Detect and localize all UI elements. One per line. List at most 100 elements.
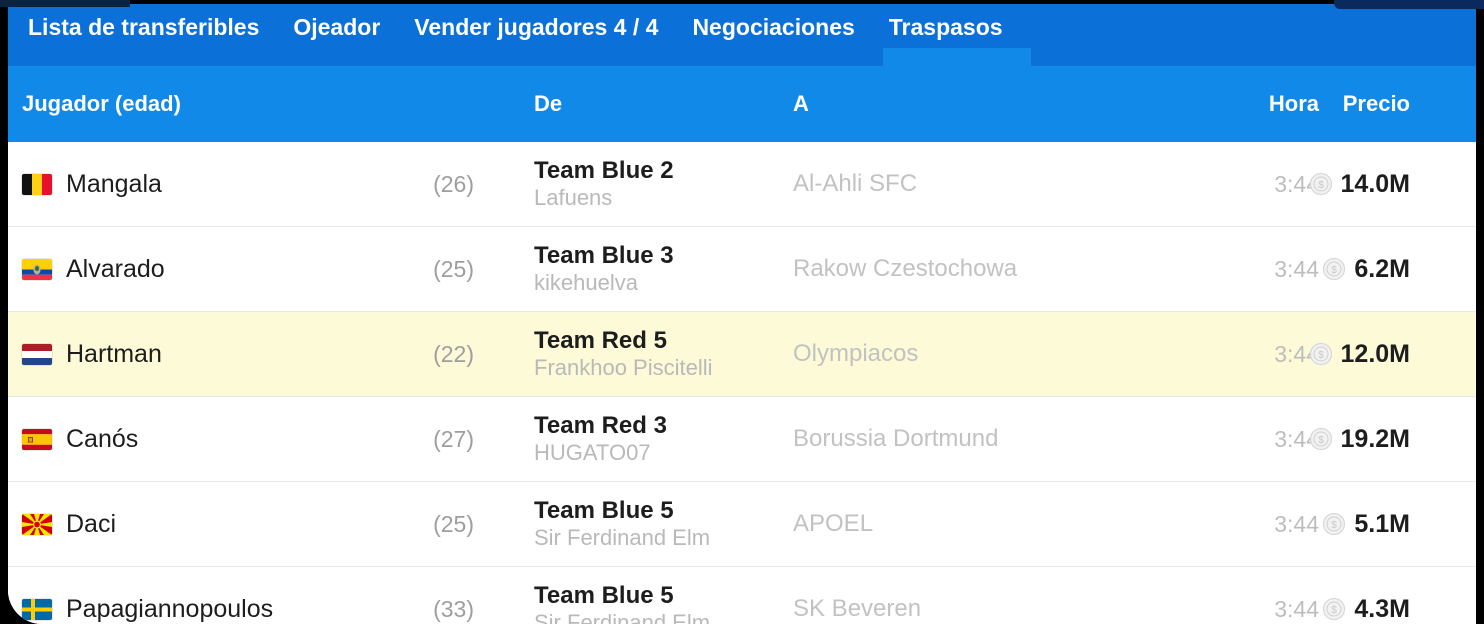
header-price: Precio [1342,91,1410,116]
from-manager-name: kikehuelva [534,270,638,296]
transfer-row[interactable]: Canós (27) Team Red 3 HUGATO07 Borussia Dort… [8,397,1476,482]
to-club-name: SK Beveren [793,595,922,622]
device-right-bezel [1476,0,1484,624]
to-cell: Olympiacos [779,340,1179,368]
to-club-name: Rakow Czestochowa [793,255,1018,282]
player-cell: Daci [8,510,398,539]
from-team-name: Team Red 3 [534,411,667,439]
player-name: Hartman [66,339,162,368]
transfer-row[interactable]: Mangala (26) Team Blue 2 Lafuens Al-Ahli SFC… [8,142,1476,227]
player-cell: Papagiannopoulos [8,595,398,624]
header-time: Hora [1268,91,1319,116]
to-club-name: Olympiacos [793,340,919,367]
north-macedonia-flag [22,513,52,535]
player-cell: Alvarado [8,255,398,284]
to-cell: SK Beveren [779,595,1179,623]
from-team-name: Team Red 5 [534,326,667,354]
player-age-cell: (26) [398,171,474,198]
table-header-row: Jugador (edad) De A Hora Precio [8,66,1476,142]
from-cell: Team Red 3 HUGATO07 [474,412,779,466]
spain-flag [22,428,52,450]
header-to: A [793,91,809,116]
sweden-flag [22,598,52,620]
to-cell: APOEL [779,510,1179,538]
player-age-cell: (33) [398,596,474,623]
price-cell: $6.2M [1319,255,1424,284]
player-age: (22) [433,340,474,367]
app-screen: Lista de transferibles Ojeador Vender juga… [8,4,1476,624]
price-cell: $14.0M [1309,169,1424,199]
device-notch-right [1334,0,1484,9]
coin-icon: $ [1309,342,1333,366]
nav-tab-label: Traspasos [888,14,1003,40]
transfers-nav-bar: Lista de transferibles Ojeador Vender juga… [8,4,1476,66]
time-cell: 3:44 [1179,256,1319,283]
price-cell: $5.1M [1319,510,1424,539]
nav-tab-ojeador[interactable]: Ojeador [287,4,408,66]
transfer-row[interactable]: Hartman (22) Team Red 5 Frankhoo Piscitelli… [8,312,1476,397]
from-cell: Team Blue 3 kikehuelva [474,242,779,296]
player-age-cell: (25) [398,256,474,283]
price-cell: $4.3M [1319,595,1424,624]
time-cell: 3:44 [1179,341,1319,368]
time-cell: 3:44 [1179,511,1319,538]
svg-text:$: $ [1318,350,1324,361]
ecuador-flag [22,258,52,280]
player-name: Daci [66,509,117,538]
player-age: (25) [433,510,474,537]
time-cell: 3:44 [1179,426,1319,453]
from-team-name: Team Blue 3 [534,241,674,269]
nav-tab-vender-jugadores-4-4[interactable]: Vender jugadores 4 / 4 [408,4,686,66]
player-name: Mangala [66,169,162,198]
from-cell: Team Blue 5 Sir Ferdinand Elm [474,497,779,551]
from-team-name: Team Blue 2 [534,156,674,184]
time-cell: 3:44 [1179,596,1319,623]
svg-text:$: $ [1332,605,1338,616]
player-age-cell: (27) [398,426,474,453]
transfer-price: 6.2M [1354,254,1410,283]
svg-text:$: $ [1332,265,1338,276]
device-notch-left [0,0,130,7]
transfer-row[interactable]: Papagiannopoulos (33) Team Blue 5 Sir Ferdi… [8,567,1476,624]
from-cell: Team Blue 2 Lafuens [474,157,779,211]
svg-text:$: $ [1318,435,1324,446]
transfer-price: 5.1M [1354,509,1410,538]
transfer-price: 4.3M [1354,594,1410,623]
from-cell: Team Red 5 Frankhoo Piscitelli [474,327,779,381]
coin-icon: $ [1309,172,1333,196]
transfers-list: Mangala (26) Team Blue 2 Lafuens Al-Ahli SFC… [8,142,1476,624]
coin-icon: $ [1322,597,1346,621]
svg-text:$: $ [1332,520,1338,531]
transfer-time: 3:44 [1274,510,1319,537]
nav-tab-traspasos[interactable]: Traspasos [882,4,1031,66]
transfer-price: 14.0M [1340,169,1410,198]
player-cell: Hartman [8,340,398,369]
nav-tab-negociaciones[interactable]: Negociaciones [686,4,882,66]
from-team-name: Team Blue 5 [534,581,674,609]
nav-tab-lista-de-transferibles[interactable]: Lista de transferibles [22,4,287,66]
from-manager-name: HUGATO07 [534,440,651,466]
player-cell: Canós [8,425,398,454]
belgium-flag [22,173,52,195]
from-team-name: Team Blue 5 [534,496,674,524]
player-age-cell: (25) [398,511,474,538]
from-manager-name: Sir Ferdinand Elm [534,610,711,624]
player-name: Canós [66,424,139,453]
from-cell: Team Blue 5 Sir Ferdinand Elm [474,582,779,624]
to-cell: Rakow Czestochowa [779,255,1179,283]
transfer-row[interactable]: Daci (25) Team Blue 5 Sir Ferdinand Elm APOE… [8,482,1476,567]
from-manager-name: Lafuens [534,185,613,211]
player-age-cell: (22) [398,341,474,368]
to-cell: Borussia Dortmund [779,425,1179,453]
price-cell: $12.0M [1309,339,1424,369]
transfer-row[interactable]: Alvarado (25) Team Blue 3 kikehuelva Rakow C… [8,227,1476,312]
nav-tab-label: Vender jugadores 4 / 4 [414,14,659,40]
to-club-name: Al-Ahli SFC [793,170,918,197]
player-age: (33) [433,595,474,622]
time-cell: 3:44 [1179,171,1319,198]
transfer-price: 12.0M [1340,339,1410,368]
transfer-time: 3:44 [1274,255,1319,282]
transfer-time: 3:44 [1274,595,1319,622]
coin-icon: $ [1322,512,1346,536]
from-manager-name: Sir Ferdinand Elm [534,525,711,551]
